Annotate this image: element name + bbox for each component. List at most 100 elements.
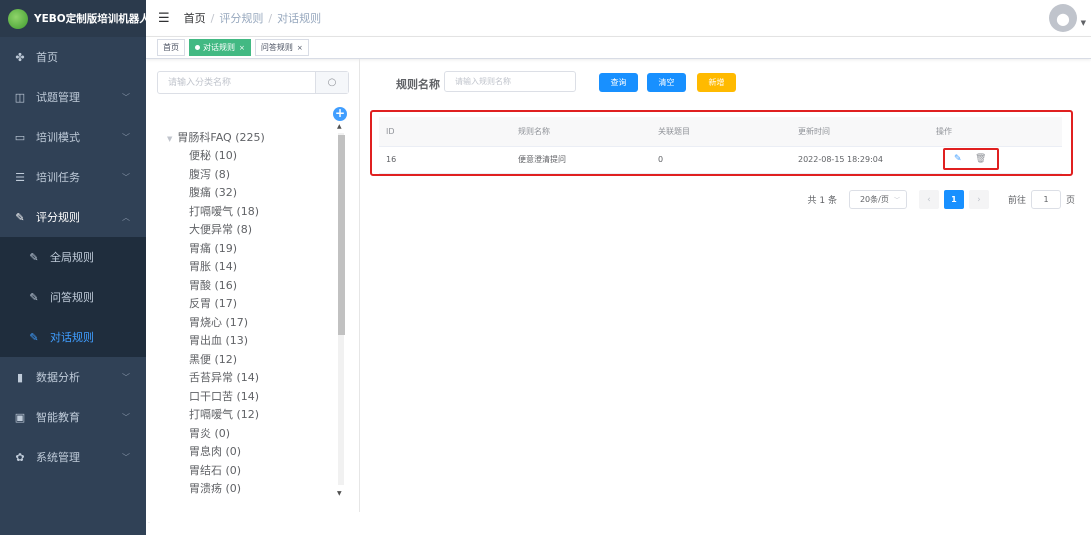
breadcrumb-separator: /: [210, 11, 215, 25]
row-actions: ✎ 🗑: [943, 148, 999, 170]
cell-updated: 2022-08-15 18:29:04: [791, 146, 929, 174]
tag-qa-rules[interactable]: 问答规则 ×: [254, 39, 309, 56]
sidebar-item-training-mode[interactable]: ▭ 培训模式 ﹀: [0, 117, 146, 157]
page-size-select[interactable]: 20条/页 ﹀: [848, 190, 907, 209]
tree-node[interactable]: 胃结石 (0): [189, 462, 241, 478]
delete-icon[interactable]: 🗑: [975, 154, 986, 164]
chevron-down-icon: ﹀: [122, 412, 130, 422]
sidebar-item-dialog-rules[interactable]: ✎ 对话规则: [0, 317, 146, 357]
tree-node[interactable]: 口干口苦 (14): [189, 388, 259, 404]
caret-down-icon[interactable]: ▼: [1081, 19, 1086, 27]
tree-node[interactable]: 反胃 (17): [189, 295, 237, 311]
cell-related: 0: [651, 146, 791, 174]
sidebar-item-label: 评分规则: [36, 211, 80, 224]
tree-node[interactable]: 胃出血 (13): [189, 332, 248, 348]
next-page-button[interactable]: ›: [968, 190, 989, 209]
page-number-current[interactable]: 1: [943, 190, 964, 209]
edit-icon: ✎: [15, 210, 25, 224]
add-category-button[interactable]: +: [333, 107, 347, 121]
chevron-down-icon: ﹀: [122, 172, 130, 182]
category-search: ○: [157, 71, 349, 94]
chevron-down-icon: ﹀: [122, 372, 130, 382]
tree-node[interactable]: 大便异常 (8): [189, 221, 252, 237]
tag-dialog-rules[interactable]: 对话规则 ×: [189, 39, 251, 56]
sidebar-item-scoring-rules[interactable]: ✎ 评分规则 ︿: [0, 197, 146, 237]
prev-page-button[interactable]: ‹: [918, 190, 939, 209]
breadcrumb-home[interactable]: 首页: [184, 10, 206, 26]
hamburger-icon[interactable]: ☰: [158, 11, 170, 26]
tag-home[interactable]: 首页: [157, 39, 185, 56]
sidebar-item-global-rules[interactable]: ✎ 全局规则: [0, 237, 146, 277]
tags-bar: 首页 对话规则 × 问答规则 ×: [146, 37, 1091, 59]
close-icon[interactable]: ×: [297, 44, 303, 52]
sidebar-item-home[interactable]: ✤ 首页: [0, 37, 146, 77]
tree-node[interactable]: 打嗝嗳气 (18): [189, 203, 259, 219]
scroll-down-icon[interactable]: ▼: [337, 490, 342, 497]
sidebar-item-label: 试题管理: [36, 91, 80, 104]
chevron-down-icon: ﹀: [122, 452, 130, 462]
scroll-up-icon[interactable]: ▲: [337, 123, 342, 130]
column-header-actions: 操作: [929, 117, 1062, 147]
chevron-down-icon: ﹀: [122, 92, 130, 102]
tree-node[interactable]: 腹泻 (8): [189, 166, 230, 182]
tree-node[interactable]: 腹痛 (32): [189, 184, 237, 200]
sidebar-item-label: 问答规则: [50, 291, 94, 304]
sidebar-item-system-mgmt[interactable]: ✿ 系统管理 ﹀: [0, 437, 146, 477]
rules-table-container: ID 规则名称 关联题目 更新时间 操作 16 便意澄清提问 0 2022-08: [370, 110, 1073, 176]
sidebar-item-smart-education[interactable]: ▣ 智能教育 ﹀: [0, 397, 146, 437]
pagination-total: 共 1 条: [807, 196, 837, 206]
chevron-down-icon: ﹀: [893, 197, 900, 204]
chart-icon: ▮: [16, 370, 24, 384]
edit-icon: ✎: [29, 290, 39, 304]
logo-text: YEBO定制版培训机器人: [34, 13, 150, 25]
pagination: 共 1 条 20条/页 ﹀ ‹ 1 › 前往 1 页: [808, 190, 1075, 209]
tree-node[interactable]: 胃烧心 (17): [189, 314, 248, 330]
sidebar-item-label: 智能教育: [36, 411, 80, 424]
close-icon[interactable]: ×: [239, 44, 245, 52]
goto-page-input[interactable]: 1: [1030, 190, 1061, 209]
add-button[interactable]: 新增: [697, 73, 736, 92]
avatar[interactable]: ●: [1049, 4, 1077, 32]
main-area: ☰ 首页 / 评分规则 / 对话规则 ● ▼ 首页 对话规则 × 问答规则 ×: [146, 0, 1091, 535]
sidebar-item-label: 培训模式: [36, 131, 80, 144]
tree-node[interactable]: 胃胀 (14): [189, 258, 237, 274]
search-button[interactable]: ○: [315, 72, 348, 93]
tree-node-root[interactable]: ▼ 胃肠科FAQ (225): [167, 129, 265, 145]
user-icon: ●: [1056, 8, 1070, 28]
caret-down-icon[interactable]: ▼: [167, 135, 172, 143]
column-header-name: 规则名称: [511, 117, 651, 147]
tree-scrollbar[interactable]: ▲ ▼: [336, 123, 347, 497]
tree-node[interactable]: 黑便 (12): [189, 351, 237, 367]
sidebar-item-training-task[interactable]: ☰ 培训任务 ﹀: [0, 157, 146, 197]
category-tree: ▼ 胃肠科FAQ (225) 便秘 (10) 腹泻 (8) 腹痛 (32) 打嗝嗳…: [157, 125, 349, 497]
tree-node[interactable]: 胃溃疡 (0): [189, 480, 241, 496]
page-size-value: 20条/页: [859, 195, 889, 204]
tree-node[interactable]: 舌苔异常 (14): [189, 369, 259, 385]
edit-icon[interactable]: ✎: [954, 154, 962, 164]
clear-button[interactable]: 清空: [647, 73, 686, 92]
active-dot-icon: [195, 45, 200, 50]
tag-label: 对话规则: [203, 43, 235, 52]
footer-dot: ·: [148, 520, 150, 527]
sidebar-item-data-analysis[interactable]: ▮ 数据分析 ﹀: [0, 357, 146, 397]
breadcrumb-separator: /: [268, 11, 273, 25]
sidebar-item-qa-rules[interactable]: ✎ 问答规则: [0, 277, 146, 317]
tree-node[interactable]: 胃痛 (19): [189, 240, 237, 256]
sidebar-item-label: 首页: [36, 51, 58, 64]
tree-node[interactable]: 胃酸 (16): [189, 277, 237, 293]
sidebar-item-question-mgmt[interactable]: ◫ 试题管理 ﹀: [0, 77, 146, 117]
search-icon: ○: [327, 77, 337, 88]
tag-label: 首页: [163, 43, 179, 52]
tree-node[interactable]: 便秘 (10): [189, 147, 237, 163]
query-button[interactable]: 查询: [599, 73, 638, 92]
gear-icon: ✿: [15, 450, 25, 464]
tree-node[interactable]: 打嗝嗳气 (12): [189, 406, 259, 422]
tree-node[interactable]: 胃息肉 (0): [189, 443, 241, 459]
category-search-input[interactable]: [158, 72, 315, 93]
scrollbar-thumb[interactable]: [338, 135, 345, 335]
breadcrumb-scoring-rules: 评分规则: [219, 12, 264, 25]
rule-name-input[interactable]: [444, 71, 576, 92]
tree-node[interactable]: 胃炎 (0): [189, 425, 230, 441]
goto-label: 前往: [1007, 196, 1026, 206]
edit-icon: ✎: [29, 330, 39, 344]
